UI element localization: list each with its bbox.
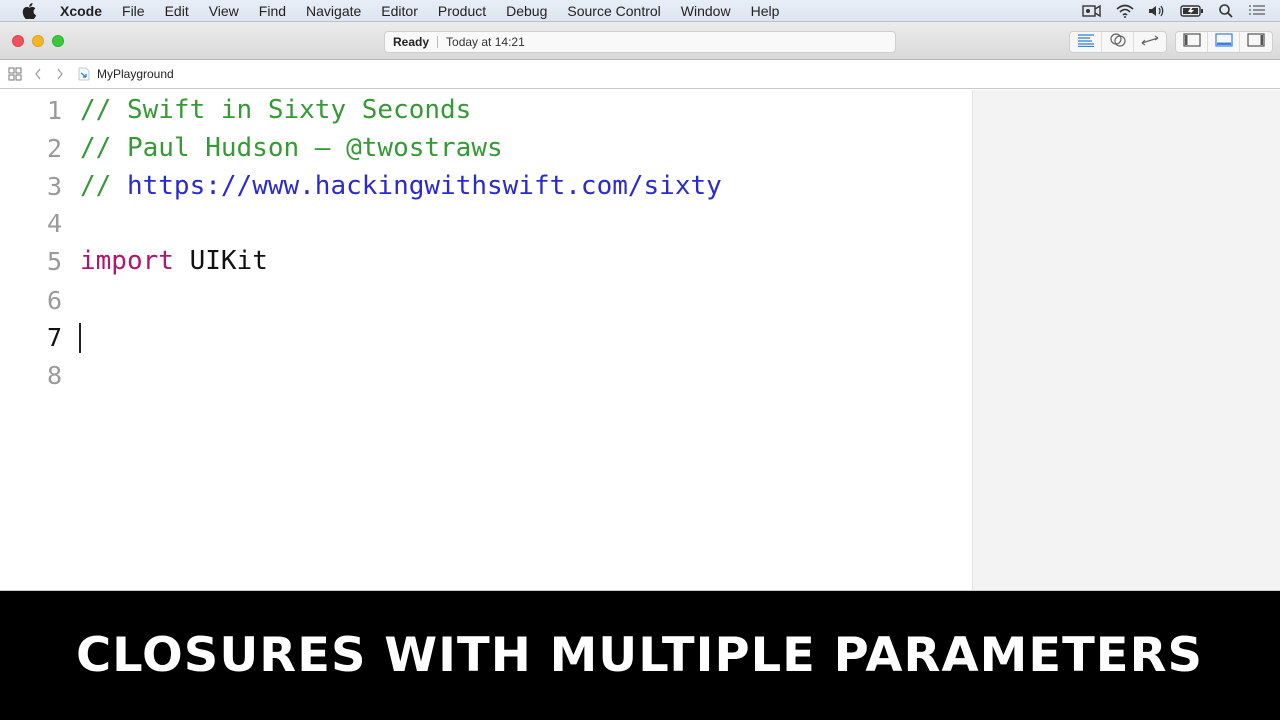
debug-area-toggle-button[interactable]	[1208, 32, 1240, 52]
menu-source-control[interactable]: Source Control	[557, 3, 670, 19]
code-text: // Paul Hudson — @twostraws	[80, 133, 503, 163]
assistant-editor-icon	[1109, 32, 1127, 53]
volume-icon[interactable]	[1148, 4, 1166, 18]
wifi-icon[interactable]	[1116, 4, 1134, 18]
code-line[interactable]: 8	[0, 356, 972, 394]
text-cursor	[79, 323, 81, 353]
navigator-toggle-icon	[1182, 32, 1201, 52]
code-token-comment: //	[80, 171, 127, 201]
line-number: 4	[46, 208, 62, 238]
code-line[interactable]: 5 import UIKit	[0, 242, 972, 280]
activity-divider	[437, 36, 439, 48]
code-text: import UIKit	[80, 246, 268, 276]
navigator-toggle-button[interactable]	[1176, 32, 1208, 52]
minimize-window-button[interactable]	[32, 35, 44, 47]
menu-product[interactable]: Product	[428, 3, 496, 19]
code-line[interactable]: 6	[0, 281, 972, 319]
forward-arrow-icon[interactable]	[56, 68, 64, 80]
version-editor-icon	[1140, 33, 1160, 52]
close-window-button[interactable]	[12, 35, 24, 47]
notification-center-icon[interactable]	[1248, 4, 1266, 18]
menu-editor[interactable]: Editor	[371, 3, 428, 19]
menu-file[interactable]: File	[112, 3, 155, 19]
back-arrow-icon[interactable]	[34, 68, 42, 80]
jump-bar: MyPlayground	[0, 60, 1280, 89]
standard-editor-icon	[1077, 33, 1095, 52]
line-number: 3	[46, 171, 62, 201]
code-line[interactable]: 2 // Paul Hudson — @twostraws	[0, 129, 972, 167]
menu-find[interactable]: Find	[249, 3, 296, 19]
activity-viewer: Ready Today at 14:21	[384, 31, 896, 53]
playground-file-icon	[78, 67, 90, 81]
apple-menu-icon[interactable]	[18, 2, 40, 19]
battery-charging-icon[interactable]	[1180, 4, 1204, 18]
menu-window[interactable]: Window	[671, 3, 741, 19]
code-line[interactable]: 4	[0, 204, 972, 242]
standard-editor-button[interactable]	[1070, 32, 1102, 52]
code-line[interactable]: 7	[0, 318, 972, 356]
line-number: 2	[46, 133, 62, 163]
assistant-editor-button[interactable]	[1102, 32, 1134, 52]
code-token-keyword: import	[80, 246, 174, 276]
line-number: 7	[46, 322, 62, 352]
menu-bar: Xcode File Edit View Find Navigate Edito…	[0, 0, 1280, 22]
code-text: // https://www.hackingwithswift.com/sixt…	[80, 171, 722, 201]
menu-app-xcode[interactable]: Xcode	[50, 3, 112, 19]
menu-view[interactable]: View	[199, 3, 249, 19]
playground-results-sidebar	[972, 90, 1280, 590]
screen-record-icon[interactable]	[1082, 4, 1102, 18]
code-line[interactable]: 3 // https://www.hackingwithswift.com/six…	[0, 167, 972, 205]
status-menu-area	[1082, 0, 1266, 22]
menu-edit[interactable]: Edit	[155, 3, 199, 19]
utilities-toggle-icon	[1247, 32, 1265, 52]
panel-toggle-segmented-control	[1175, 31, 1273, 53]
code-token-url[interactable]: https://www.hackingwithswift.com/sixty	[127, 171, 722, 201]
zoom-window-button[interactable]	[52, 35, 64, 47]
menu-navigate[interactable]: Navigate	[296, 3, 371, 19]
debug-area-toggle-icon	[1214, 32, 1233, 52]
utilities-toggle-button[interactable]	[1240, 32, 1272, 52]
activity-timestamp: Today at 14:21	[446, 35, 525, 49]
code-line[interactable]: 1 // Swift in Sixty Seconds	[0, 91, 972, 129]
line-number: 8	[46, 360, 62, 390]
related-items-icon[interactable]	[8, 67, 22, 81]
video-title-banner: CLOSURES WITH MULTIPLE PARAMETERS	[0, 590, 1280, 720]
spotlight-search-icon[interactable]	[1218, 3, 1234, 19]
line-number: 6	[46, 285, 62, 315]
line-number: 1	[46, 95, 62, 125]
activity-status: Ready	[393, 35, 430, 49]
source-editor[interactable]: 1 // Swift in Sixty Seconds 2 // Paul Hudso…	[0, 90, 972, 590]
code-token-comment: // Swift in Sixty Seconds	[80, 95, 472, 125]
editor-mode-segmented-control	[1069, 31, 1167, 53]
version-editor-button[interactable]	[1134, 32, 1166, 52]
menu-help[interactable]: Help	[741, 3, 790, 19]
menu-debug[interactable]: Debug	[496, 3, 557, 19]
line-number: 5	[46, 246, 62, 276]
code-token-comment: // Paul Hudson — @twostraws	[80, 133, 503, 163]
breadcrumb-file-name[interactable]: MyPlayground	[97, 67, 174, 81]
code-token-plain: UIKit	[173, 246, 268, 276]
window-toolbar: Ready Today at 14:21	[0, 22, 1280, 60]
video-title: CLOSURES WITH MULTIPLE PARAMETERS	[76, 628, 1204, 683]
code-text: // Swift in Sixty Seconds	[80, 95, 471, 125]
